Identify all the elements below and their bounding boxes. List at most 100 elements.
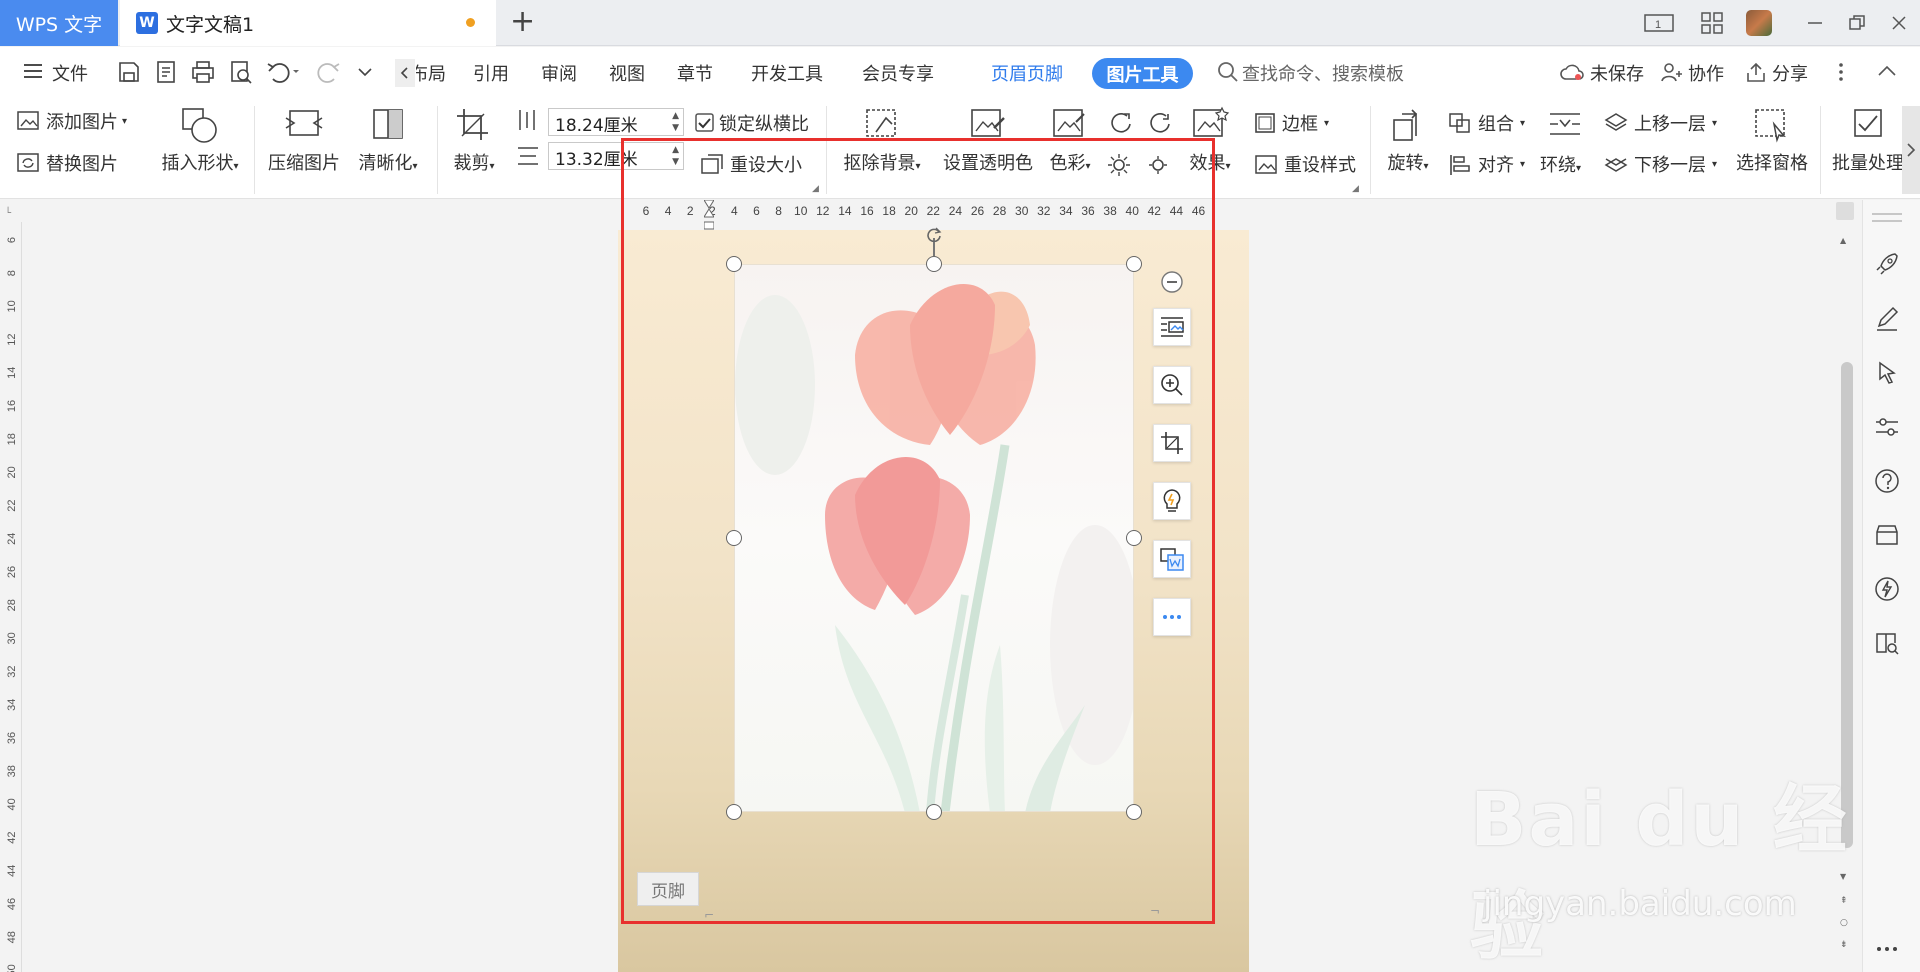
help-icon[interactable]: [1870, 464, 1904, 498]
bring-forward-button[interactable]: 上移一层 ▾: [1604, 110, 1717, 136]
menu-member[interactable]: 会员专享: [862, 60, 934, 86]
undo-icon[interactable]: [265, 59, 299, 87]
v-ruler-tick-label: 36: [6, 732, 18, 744]
store-icon[interactable]: [1870, 518, 1904, 552]
reset-style-button[interactable]: 重设样式: [1254, 151, 1356, 177]
style-dialog-launcher-icon[interactable]: ◢: [1352, 184, 1359, 194]
v-ruler-tick-label: 40: [6, 798, 18, 810]
v-ruler-tick-label: 48: [6, 931, 18, 943]
collaborate-button[interactable]: 协作: [1688, 60, 1724, 86]
rocket-icon[interactable]: [1870, 247, 1904, 281]
menu-layout[interactable]: 布局: [416, 60, 446, 86]
v-ruler-tick-label: 12: [6, 333, 18, 345]
replace-picture-label: 替换图片: [46, 154, 118, 175]
rotate-icon: [1393, 109, 1418, 141]
document-tab[interactable]: W 文字文稿1: [120, 0, 496, 46]
print-preview-icon[interactable]: [228, 59, 256, 87]
minimize-icon[interactable]: [1800, 8, 1830, 38]
menu-references[interactable]: 引用: [473, 60, 509, 86]
unsaved-status[interactable]: 未保存: [1590, 60, 1644, 86]
app-tab-wps[interactable]: WPS 文字: [0, 0, 118, 46]
pen-edit-icon[interactable]: [1870, 302, 1904, 336]
sharpen-button[interactable]: 清晰化▾: [352, 106, 424, 175]
unsaved-dot-icon: [466, 18, 475, 27]
v-ruler-tick-label: 16: [6, 400, 18, 412]
height-input[interactable]: 18.24厘米 ▲ ▼: [548, 108, 684, 136]
selection-pane-label: 选择窗格: [1736, 153, 1808, 174]
wrap-button[interactable]: 环绕▾: [1540, 151, 1581, 177]
border-button[interactable]: 边框 ▾: [1254, 110, 1329, 136]
collapse-ribbon-icon[interactable]: [1874, 59, 1902, 87]
v-ruler-tick-label: 28: [6, 599, 18, 611]
v-ruler-tick-label: 30: [6, 632, 18, 644]
menu-header-footer[interactable]: 页眉页脚: [991, 60, 1063, 86]
insert-shape-button[interactable]: 插入形状▾: [150, 106, 250, 175]
menu-view[interactable]: 视图: [609, 60, 645, 86]
export-pdf-icon[interactable]: [153, 59, 181, 87]
insert-shape-icon: [182, 108, 217, 143]
add-picture-button[interactable]: 添加图片 ▾: [16, 108, 127, 134]
crop-button[interactable]: 裁剪▾: [446, 106, 502, 175]
v-ruler-tick-label: 6: [6, 237, 18, 243]
adjust-settings-icon[interactable]: [1870, 410, 1904, 444]
restore-icon[interactable]: [1842, 8, 1872, 38]
close-icon[interactable]: [1884, 8, 1914, 38]
search-commands-input[interactable]: 查找命令、搜索模板: [1242, 60, 1404, 86]
sidebar-collapse-icon[interactable]: [1872, 212, 1902, 224]
lightning-icon[interactable]: [1870, 572, 1904, 606]
v-ruler-tick-label: 22: [6, 499, 18, 511]
new-tab-plus-icon[interactable]: +: [510, 7, 535, 37]
decrease-contrast-icon[interactable]: [1146, 110, 1172, 136]
more-vertical-icon[interactable]: [1836, 59, 1850, 87]
redo-icon[interactable]: [316, 59, 344, 87]
width-icon: [516, 144, 538, 168]
ruler-corner-tab-icon[interactable]: └: [5, 208, 11, 219]
vertical-ruler[interactable]: 6 8 10 12 14 16 18 20 22 24 26 28 30 32 34 36 38 40 42 44 46…: [0, 222, 22, 972]
highlight-annotation-box: [621, 138, 1215, 924]
batch-process-button[interactable]: 批量处理: [1832, 106, 1902, 175]
search-icon: [1217, 61, 1241, 89]
v-ruler-tick-label: 46: [6, 898, 18, 910]
rotate-button[interactable]: 旋转▾: [1378, 106, 1438, 175]
menu-developer[interactable]: 开发工具: [751, 60, 823, 86]
v-ruler-tick-label: 20: [6, 466, 18, 478]
bring-forward-icon: [1604, 113, 1628, 131]
selection-pane-button[interactable]: 选择窗格: [1732, 106, 1812, 175]
scroll-up-arrow-icon[interactable]: ▲: [1840, 236, 1846, 245]
cursor-select-icon[interactable]: [1870, 356, 1904, 390]
replace-picture-button[interactable]: 替换图片: [16, 150, 118, 176]
group-icon: [1449, 113, 1470, 133]
v-ruler-tick-label: 50: [6, 964, 18, 972]
page-layout-icon[interactable]: 1: [1644, 8, 1674, 38]
compress-picture-button[interactable]: 压缩图片: [262, 106, 346, 175]
add-picture-icon: [17, 111, 39, 130]
save-icon[interactable]: [116, 59, 144, 87]
baidu-watermark-logo: Bai du 经验: [1470, 777, 1849, 970]
scroll-tabs-left-icon[interactable]: [395, 59, 415, 87]
menu-file[interactable]: 文件: [52, 60, 88, 86]
user-avatar[interactable]: [1744, 8, 1774, 38]
book-search-icon[interactable]: [1870, 626, 1904, 660]
menu-section[interactable]: 章节: [677, 60, 713, 86]
send-backward-button[interactable]: 下移一层 ▾: [1604, 151, 1717, 177]
ribbon-scroll-right-icon[interactable]: [1902, 106, 1920, 194]
pane-toggle-icon[interactable]: [1836, 202, 1854, 220]
align-label: 对齐: [1478, 155, 1514, 176]
share-button[interactable]: 分享: [1772, 60, 1808, 86]
height-spinner-icon[interactable]: ▲ ▼: [672, 110, 679, 134]
wrap-text-icon[interactable]: [1548, 110, 1582, 138]
menu-bar: 文件 布局 引用 审阅 视图 章节 开发工具 会员专享 页眉页脚 图片工具 查找…: [0, 47, 1920, 100]
grid-apps-icon[interactable]: [1697, 8, 1727, 38]
hamburger-menu-icon[interactable]: [22, 60, 50, 88]
menu-picture-tools-active[interactable]: 图片工具: [1092, 58, 1193, 89]
writer-doc-icon: W: [136, 12, 158, 34]
group-button[interactable]: 组合 ▾: [1448, 110, 1525, 136]
customize-toolbar-icon[interactable]: [356, 59, 384, 87]
lock-aspect-checkbox[interactable]: 锁定纵横比: [695, 110, 809, 136]
v-ruler-tick-label: 24: [6, 533, 18, 545]
increase-contrast-icon[interactable]: [1107, 110, 1133, 136]
menu-review[interactable]: 审阅: [541, 60, 577, 86]
v-ruler-tick-label: 10: [6, 300, 18, 312]
print-icon[interactable]: [190, 59, 218, 87]
align-button[interactable]: 对齐 ▾: [1448, 151, 1525, 177]
